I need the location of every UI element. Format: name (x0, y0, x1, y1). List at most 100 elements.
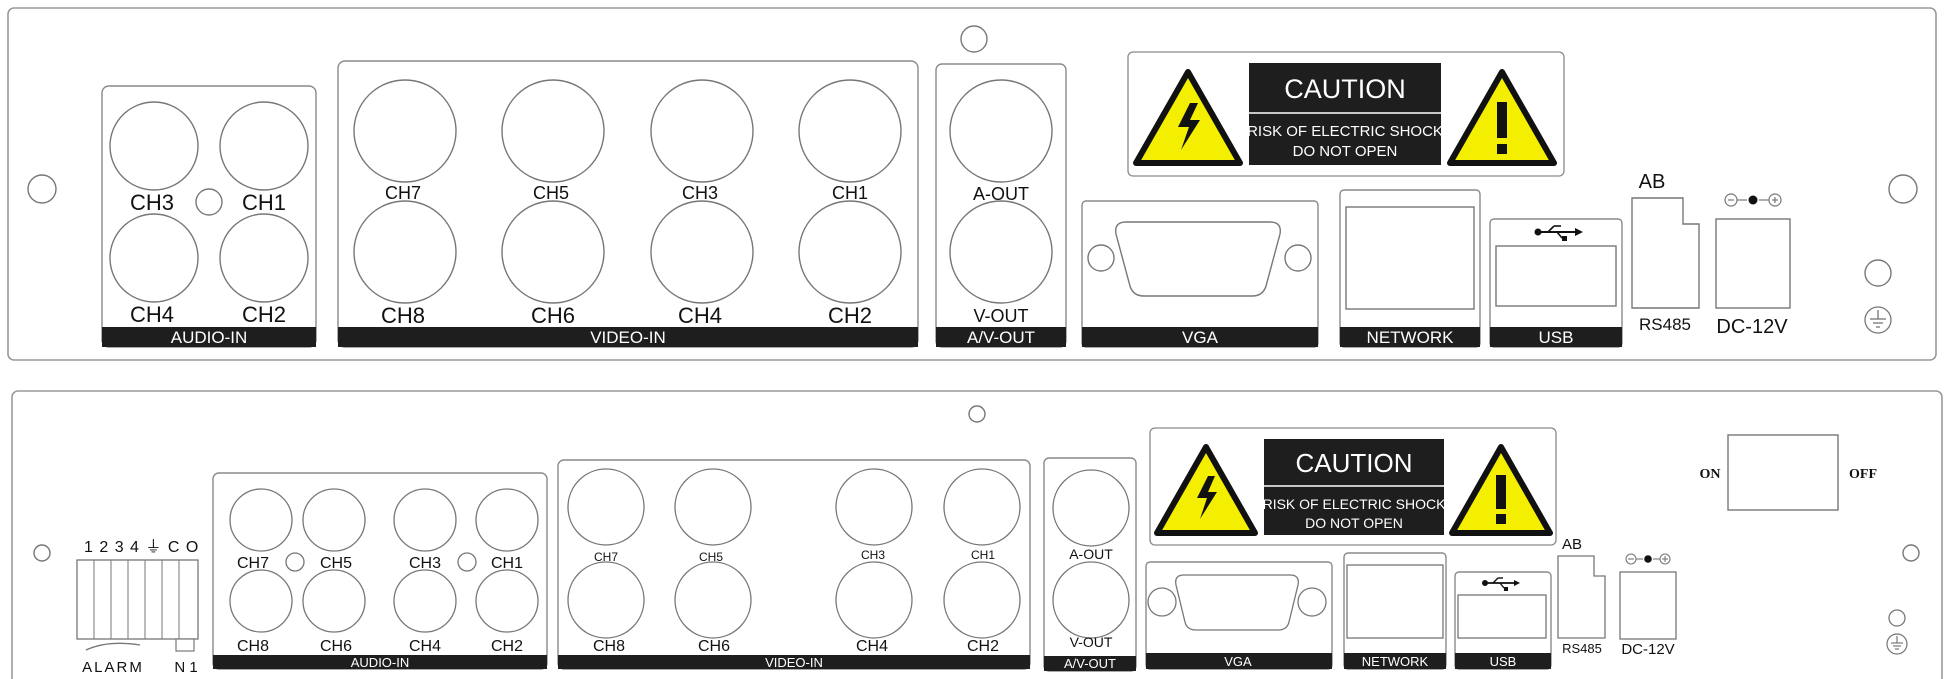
rs485-ab-label: AB (1639, 171, 1666, 193)
audio-in-group-b: CH7 CH5 CH3 CH1 CH8 CH6 CH4 CH2 AUDIO-IN (212, 472, 548, 670)
usb-port-group: USB (1489, 218, 1623, 348)
audio-in-screw (195, 188, 223, 216)
video-in-ch3-label: CH3 (861, 548, 885, 562)
ground-screw (1888, 609, 1906, 627)
video-in-label-b: VIDEO-IN (765, 655, 823, 670)
alarm-n1-label: N 1 (174, 659, 197, 676)
audio-in-ch3-label: CH3 (409, 555, 441, 572)
a-out-label-b: A-OUT (1069, 546, 1113, 562)
video-in-group-b: CH7 CH5 CH3 CH1 CH8 CH6 CH4 CH2 VIDEO-IN (557, 459, 1031, 670)
a-out-bnc (949, 79, 1053, 183)
audio-in-ch7-label: CH7 (237, 555, 269, 572)
video-in-bnc (567, 561, 645, 639)
audio-in-jack (109, 213, 199, 303)
v-out-bnc (949, 200, 1053, 304)
rear-panel-b: 1 2 3 4 ⏚ C O ALARM N 1 CH7 CH5 CH3 CH1 … (11, 390, 1943, 679)
v-out-label: V-OUT (973, 306, 1028, 326)
video-in-ch7-label: CH7 (385, 183, 421, 203)
audio-in-jack (475, 569, 539, 633)
audio-in-ch5-label: CH5 (320, 555, 352, 572)
audio-in-jack (109, 101, 199, 191)
video-in-ch6-label: CH6 (698, 638, 730, 655)
vga-screw (1087, 244, 1115, 272)
video-in-label: VIDEO-IN (590, 328, 666, 347)
vga-screw (1284, 244, 1312, 272)
rs485-ab-label-b: AB (1562, 536, 1582, 553)
video-in-ch5-label: CH5 (699, 550, 723, 564)
usb-label: USB (1539, 328, 1574, 347)
network-label-b: NETWORK (1362, 654, 1429, 669)
panel-b-mount-hole-top (968, 405, 986, 423)
video-in-ch4-label: CH4 (856, 638, 888, 655)
video-in-ch7-label: CH7 (594, 550, 618, 564)
dc-label: DC-12V (1716, 316, 1788, 338)
audio-in-ch4-label: CH4 (409, 638, 441, 655)
audio-in-jack (393, 569, 457, 633)
alarm-label: ALARM (82, 659, 144, 676)
audio-in-screw (285, 552, 305, 572)
usb-port-group-b: USB (1454, 571, 1552, 670)
vga-port-group: VGA (1081, 200, 1319, 348)
panel-b-mount-hole-right (1902, 544, 1920, 562)
vga-connector (1175, 574, 1299, 631)
ground-icon (1886, 633, 1908, 655)
video-in-bnc (353, 200, 457, 304)
audio-in-ch6-label: CH6 (320, 638, 352, 655)
rear-panel-a: CH3 CH1 CH4 CH2 AUDIO-IN CH7 CH5 CH3 CH1… (7, 7, 1937, 361)
video-in-ch8-label: CH8 (593, 638, 625, 655)
audio-in-ch3-label: CH3 (130, 190, 174, 215)
audio-in-ch8-label: CH8 (237, 638, 269, 655)
rear-panel-diagram: CH3 CH1 CH4 CH2 AUDIO-IN CH7 CH5 CH3 CH1… (7, 7, 1943, 679)
video-in-ch2-label: CH2 (828, 303, 872, 328)
video-in-bnc (674, 561, 752, 639)
video-in-ch2-label: CH2 (967, 638, 999, 655)
audio-in-ch2-label: CH2 (242, 302, 286, 327)
dc-polarity-icon (1724, 193, 1782, 207)
panel-a-mount-hole-left (27, 174, 57, 204)
rj45-port (1346, 564, 1444, 639)
switch-on-label: ON (1700, 467, 1721, 482)
av-out-label: A/V-OUT (967, 328, 1035, 347)
video-in-bnc (798, 200, 902, 304)
video-in-group: CH7 CH5 CH3 CH1 CH8 CH6 CH4 CH2 VIDEO-IN (337, 60, 919, 348)
video-in-bnc (650, 200, 754, 304)
audio-in-ch1-label: CH1 (242, 190, 286, 215)
vga-label-b: VGA (1224, 654, 1252, 669)
av-out-label-b: A/V-OUT (1064, 656, 1116, 671)
rs485-label-b: RS485 (1562, 641, 1602, 656)
usb-label-b: USB (1490, 654, 1517, 669)
audio-in-jack (229, 569, 293, 633)
video-in-bnc (650, 79, 754, 183)
video-in-bnc (798, 79, 902, 183)
audio-in-jack (393, 488, 457, 552)
audio-in-jack (302, 488, 366, 552)
video-in-ch4-label: CH4 (678, 303, 722, 328)
video-in-ch3-label: CH3 (682, 183, 718, 203)
audio-in-label-b: AUDIO-IN (351, 655, 410, 670)
vga-connector (1115, 221, 1281, 297)
vga-label: VGA (1182, 328, 1219, 347)
alarm-terminal-block (76, 559, 199, 640)
v-out-bnc (1052, 561, 1130, 639)
vga-screw (1297, 587, 1327, 617)
video-in-bnc (353, 79, 457, 183)
power-switch (1727, 434, 1839, 511)
caution-title-b: CAUTION (1296, 448, 1413, 478)
panel-b-mount-hole-left (33, 544, 51, 562)
vga-port-group-b: VGA (1145, 561, 1333, 670)
video-in-ch1-label: CH1 (832, 183, 868, 203)
audio-in-label: AUDIO-IN (171, 328, 248, 347)
video-in-ch1-label: CH1 (971, 548, 995, 562)
audio-in-screw (457, 552, 477, 572)
video-in-bnc (943, 468, 1021, 546)
dc-jack (1715, 218, 1791, 309)
video-in-bnc (835, 561, 913, 639)
ground-icon (1864, 306, 1892, 334)
caution-line-2: DO NOT OPEN (1293, 143, 1398, 160)
network-port-group: NETWORK (1339, 189, 1481, 348)
audio-in-jack (229, 488, 293, 552)
rs485-label: RS485 (1639, 315, 1691, 334)
alarm-pin-labels: 1 2 3 4 ⏚ C O (84, 538, 199, 556)
vga-screw (1147, 587, 1177, 617)
audio-in-jack (219, 213, 309, 303)
